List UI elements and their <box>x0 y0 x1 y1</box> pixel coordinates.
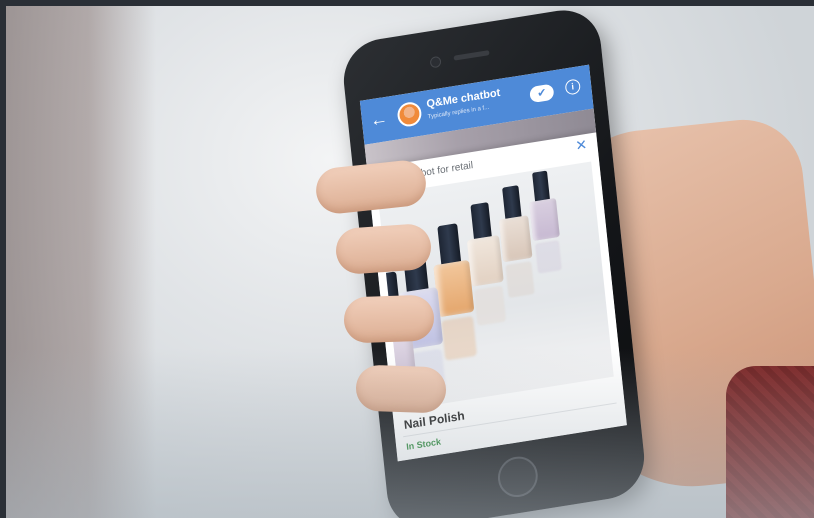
front-camera <box>429 55 442 69</box>
check-icon[interactable]: ✔ <box>529 83 555 104</box>
bot-avatar <box>396 100 423 129</box>
finger <box>343 294 435 344</box>
info-icon[interactable]: i <box>564 78 581 96</box>
product-name: Nail Polish <box>403 408 466 432</box>
home-button[interactable] <box>496 453 540 500</box>
finger <box>334 222 433 276</box>
stock-status: In Stock <box>405 436 442 452</box>
sweater-sleeve <box>726 366 814 518</box>
arrow-left-icon[interactable]: ← <box>369 108 389 131</box>
photo-background: ← Q&Me chatbot Typically replies in a f.… <box>6 6 814 518</box>
divider <box>403 402 617 438</box>
close-icon[interactable]: ✕ <box>575 136 588 155</box>
earpiece-speaker <box>453 50 490 61</box>
finger <box>355 364 447 414</box>
bot-name: Q&Me chatbot <box>425 86 501 111</box>
